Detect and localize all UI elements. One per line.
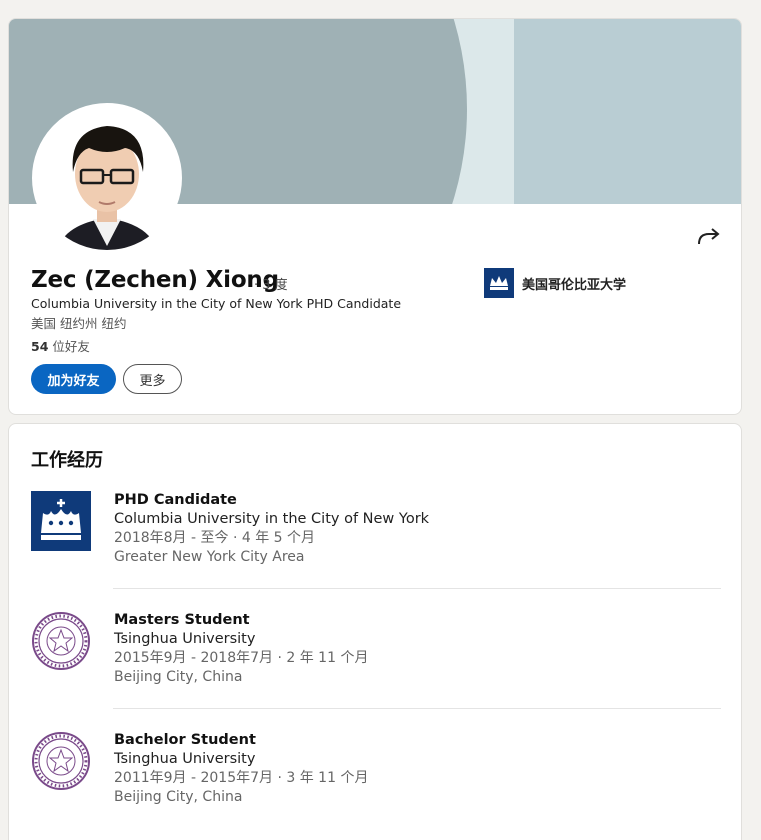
more-button[interactable]: 更多 bbox=[123, 364, 182, 394]
experience-location: Beijing City, China bbox=[114, 669, 243, 685]
connections-number: 54 bbox=[31, 339, 49, 354]
school-name: 美国哥伦比亚大学 bbox=[522, 277, 627, 293]
avatar-photo bbox=[35, 106, 179, 250]
experience-card: 工作经历 PHD Candidate Columbia University i… bbox=[8, 423, 742, 840]
experience-dates: 2015年9月 - 2018年7月 · 2 年 11 个月 bbox=[114, 650, 369, 666]
experience-org: Tsinghua University bbox=[114, 751, 256, 767]
profile-location: 美国 纽约州 纽约 bbox=[31, 316, 127, 331]
experience-org: Columbia University in the City of New Y… bbox=[114, 511, 430, 527]
experience-dates: 2011年9月 - 2015年7月 · 3 年 11 个月 bbox=[114, 770, 369, 786]
connections-count[interactable]: 54 位好友 bbox=[31, 336, 90, 355]
experience-location: Greater New York City Area bbox=[114, 549, 305, 565]
connect-button[interactable]: 加为好友 bbox=[31, 364, 116, 394]
experience-title: PHD Candidate bbox=[114, 492, 237, 508]
profile-card: Zec (Zechen) Xiong · 3 度 Columbia Univer… bbox=[8, 18, 742, 415]
columbia-crown-icon bbox=[31, 491, 91, 551]
columbia-crown-icon bbox=[484, 268, 514, 298]
divider bbox=[113, 708, 721, 709]
experience-location: Beijing City, China bbox=[114, 789, 243, 805]
experience-section-title: 工作经历 bbox=[31, 450, 103, 471]
connection-degree: · 3 度 bbox=[254, 278, 288, 293]
tsinghua-seal-icon bbox=[31, 731, 91, 791]
tsinghua-seal-icon bbox=[31, 611, 91, 671]
profile-name: Zec (Zechen) Xiong bbox=[31, 267, 279, 293]
profile-headline: Columbia University in the City of New Y… bbox=[31, 296, 402, 311]
divider bbox=[113, 588, 721, 589]
school-link[interactable]: 美国哥伦比亚大学 bbox=[484, 268, 626, 298]
experience-dates: 2018年8月 - 至今 · 4 年 5 个月 bbox=[114, 530, 316, 546]
share-icon[interactable] bbox=[697, 226, 721, 252]
experience-title: Masters Student bbox=[114, 612, 250, 628]
connections-label: 位好友 bbox=[52, 339, 90, 354]
experience-title: Bachelor Student bbox=[114, 732, 256, 748]
avatar[interactable] bbox=[32, 103, 182, 253]
experience-org: Tsinghua University bbox=[114, 631, 256, 647]
